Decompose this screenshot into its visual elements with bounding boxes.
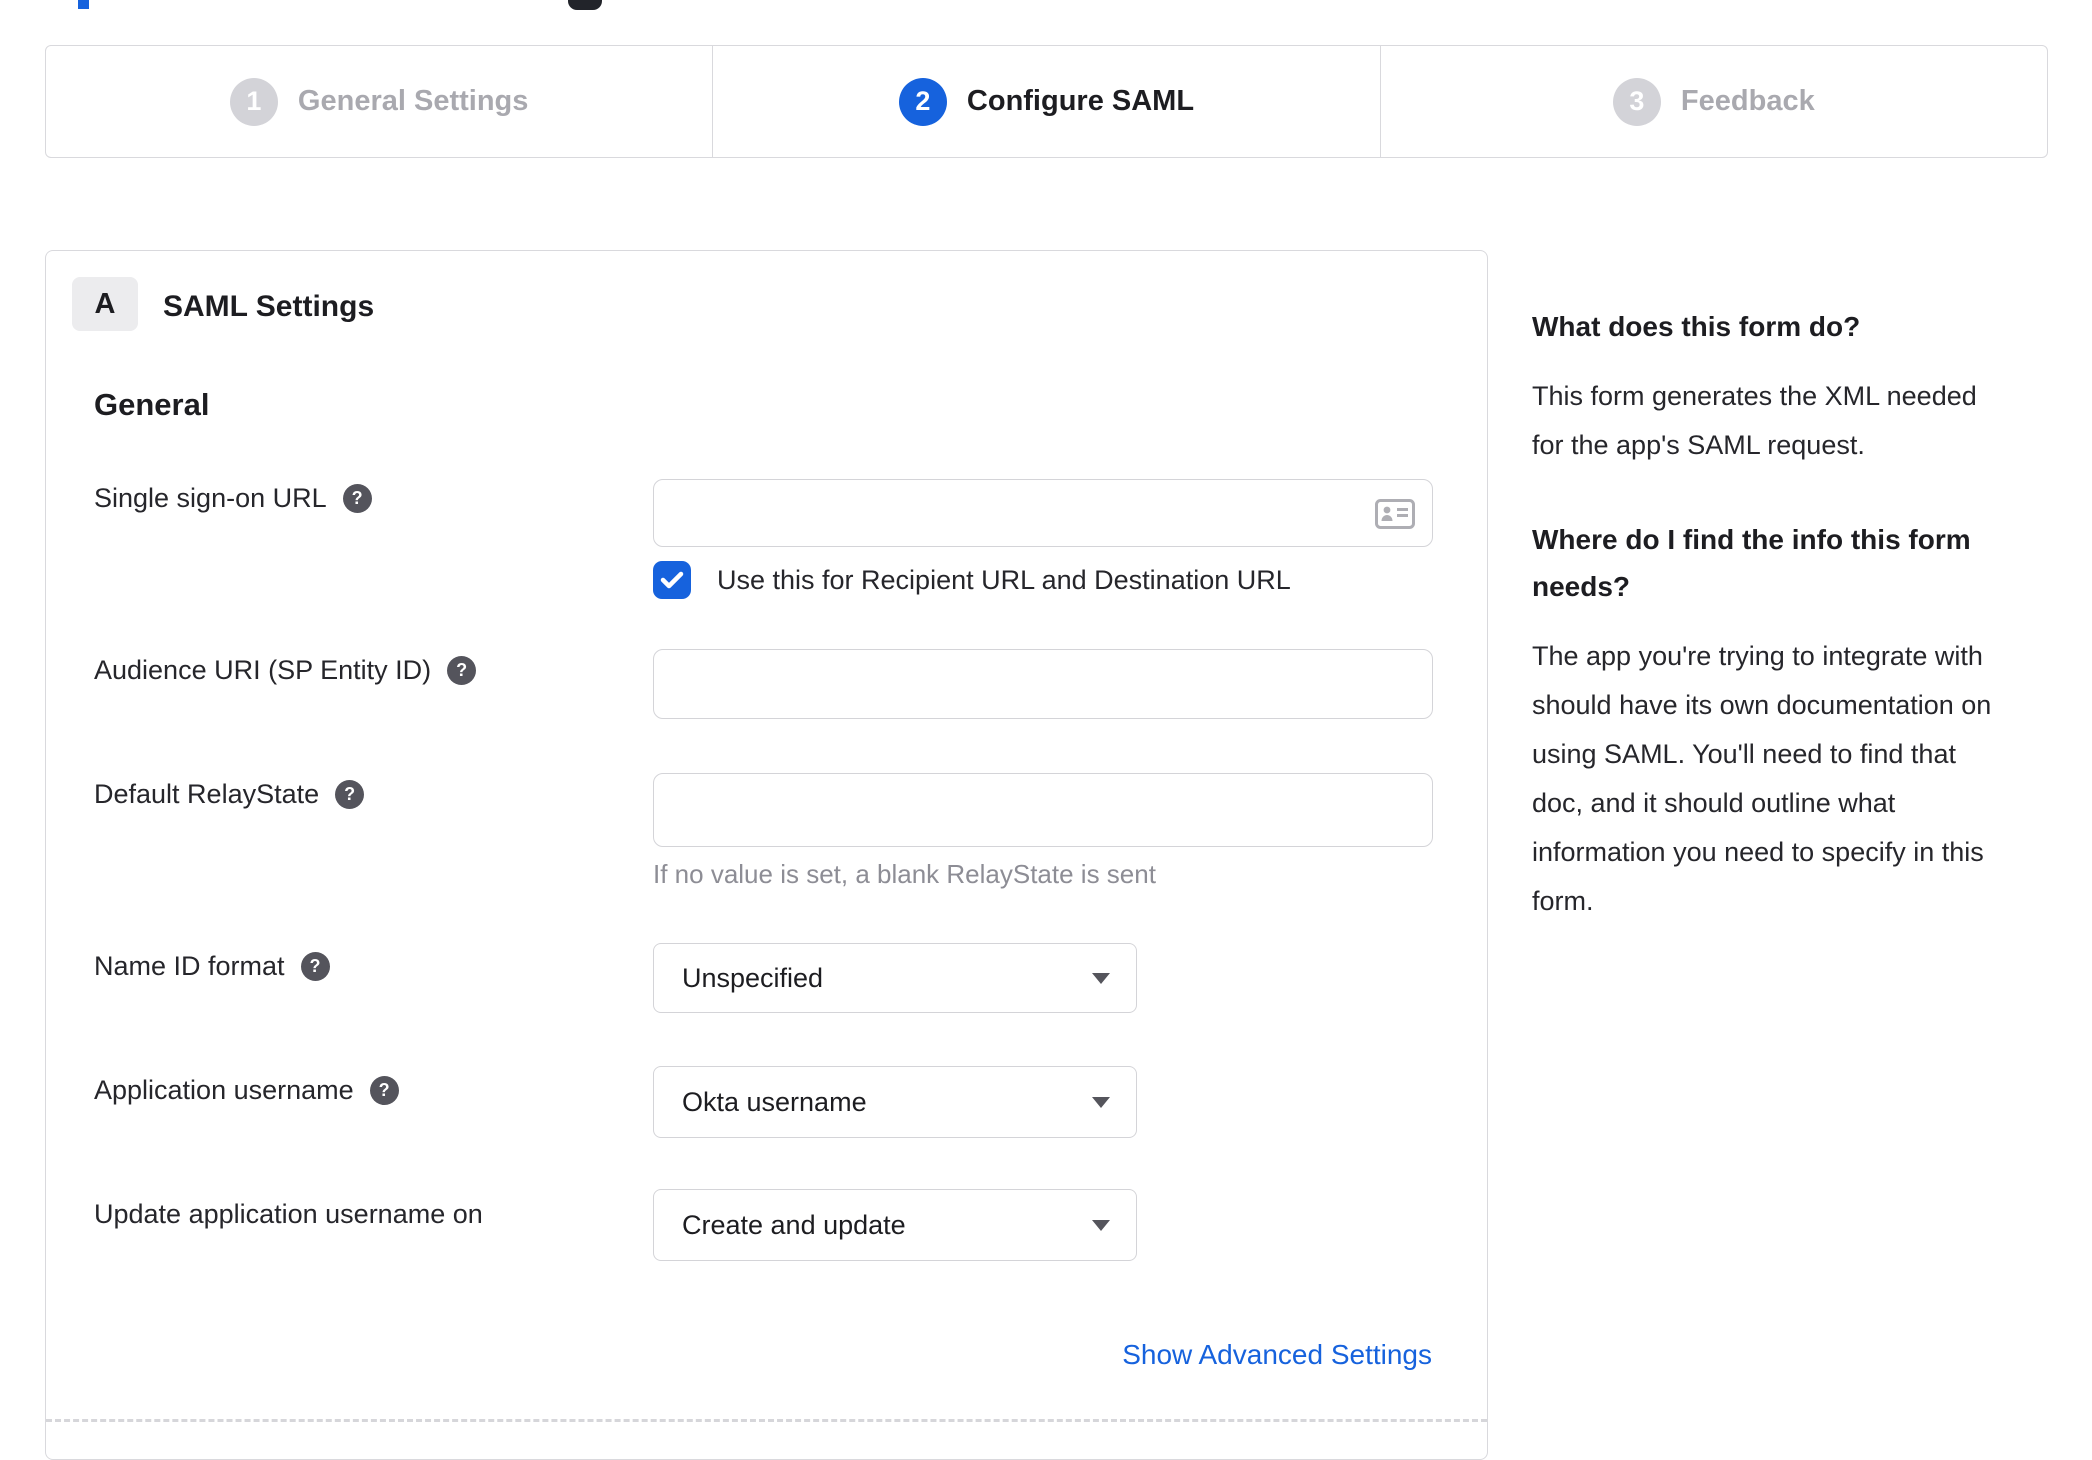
recipient-url-checkbox-row: Use this for Recipient URL and Destinati… — [653, 561, 1291, 599]
sso-url-label-text: Single sign-on URL — [94, 483, 327, 513]
audience-uri-input[interactable] — [653, 649, 1433, 719]
update-application-username-label-text: Update application username on — [94, 1199, 483, 1229]
name-id-format-select[interactable]: Unspecified — [653, 943, 1137, 1013]
application-username-value: Okta username — [682, 1086, 867, 1117]
chevron-down-icon — [1092, 973, 1110, 984]
step-general-settings[interactable]: 1 General Settings — [46, 46, 712, 157]
section-badge: A — [72, 277, 138, 331]
show-advanced-settings-link[interactable]: Show Advanced Settings — [1122, 1339, 1432, 1371]
group-heading-general: General — [94, 387, 210, 422]
step-label: Configure SAML — [966, 85, 1195, 117]
help-icon[interactable] — [369, 1076, 399, 1105]
help-icon[interactable] — [300, 952, 330, 981]
default-relaystate-label-text: Default RelayState — [94, 779, 320, 809]
cropped-element-blue — [78, 0, 89, 9]
step-number-badge: 1 — [229, 77, 278, 126]
help-question-2: Where do I find the info this form needs… — [1532, 524, 1971, 602]
help-icon[interactable] — [335, 780, 365, 809]
name-id-format-label-text: Name ID format — [94, 951, 285, 981]
application-username-label: Application username — [94, 1075, 399, 1106]
name-id-format-label: Name ID format — [94, 951, 330, 982]
help-icon[interactable] — [447, 656, 477, 685]
default-relaystate-input[interactable] — [653, 773, 1433, 847]
help-question-1: What does this form do? — [1532, 311, 1861, 342]
recipient-url-checkbox[interactable] — [653, 561, 691, 599]
default-relaystate-label: Default RelayState — [94, 779, 365, 810]
recipient-url-checkbox-label: Use this for Recipient URL and Destinati… — [717, 564, 1291, 595]
name-id-format-value: Unspecified — [682, 962, 824, 993]
wizard-stepper: 1 General Settings 2 Configure SAML 3 Fe… — [45, 45, 2048, 158]
sso-url-input[interactable] — [653, 479, 1433, 547]
audience-uri-label-text: Audience URI (SP Entity ID) — [94, 655, 432, 685]
section-dashed-divider — [46, 1419, 1487, 1422]
saml-settings-panel: A SAML Settings General Single sign-on U… — [45, 250, 1488, 1460]
application-username-label-text: Application username — [94, 1075, 354, 1105]
help-icon[interactable] — [342, 484, 372, 513]
help-answer-1: This form generates the XML needed for t… — [1532, 381, 1977, 460]
help-sidebar: What does this form do? This form genera… — [1532, 303, 2046, 972]
chevron-down-icon — [1092, 1220, 1110, 1231]
contact-card-icon — [1375, 499, 1415, 529]
panel-title: SAML Settings — [163, 290, 375, 323]
step-number-badge: 2 — [898, 77, 947, 126]
step-number-badge: 3 — [1612, 77, 1661, 126]
update-application-username-select[interactable]: Create and update — [653, 1189, 1137, 1261]
cropped-element-dark — [568, 0, 602, 10]
default-relaystate-hint: If no value is set, a blank RelayState i… — [653, 859, 1156, 889]
step-label: General Settings — [297, 85, 529, 117]
sso-url-input-wrap — [653, 479, 1433, 547]
sso-url-label: Single sign-on URL — [94, 483, 372, 514]
step-label: Feedback — [1680, 85, 1815, 117]
step-feedback[interactable]: 3 Feedback — [1379, 46, 2047, 157]
help-answer-2: The app you're trying to integrate with … — [1532, 641, 1992, 916]
audience-uri-label: Audience URI (SP Entity ID) — [94, 655, 477, 686]
step-configure-saml[interactable]: 2 Configure SAML — [712, 46, 1379, 157]
application-username-select[interactable]: Okta username — [653, 1066, 1137, 1138]
checkmark-icon — [660, 571, 684, 589]
update-application-username-value: Create and update — [682, 1209, 906, 1240]
update-application-username-label: Update application username on — [94, 1199, 483, 1230]
chevron-down-icon — [1092, 1097, 1110, 1108]
